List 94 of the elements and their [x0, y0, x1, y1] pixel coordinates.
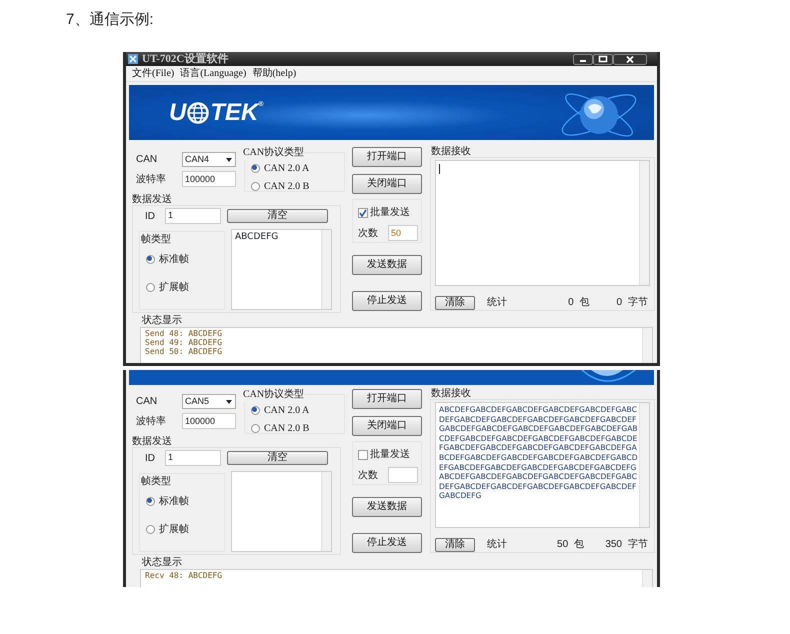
- field-label: ID: [144, 210, 156, 224]
- stats-label: 统计: [487, 538, 507, 552]
- checkbox[interactable]: [358, 208, 368, 218]
- section-heading: 7、通信示例:: [66, 10, 154, 30]
- status-text-area[interactable]: Recv 48: ABCDEFG: [140, 569, 653, 587]
- app-icon: [128, 54, 138, 64]
- radio-option[interactable]: 标准帧: [146, 252, 224, 267]
- radio-button[interactable]: [251, 164, 260, 173]
- field-label: CAN: [136, 153, 158, 167]
- button[interactable]: 清除: [435, 538, 475, 552]
- button[interactable]: 清空: [227, 451, 328, 465]
- radio-option[interactable]: 扩展帧: [146, 522, 224, 537]
- input-field[interactable]: 100000: [182, 413, 236, 429]
- group-title: 帧类型: [141, 474, 171, 489]
- text-line: Send 49: ABCDEFG: [145, 338, 222, 347]
- button[interactable]: 打开端口: [352, 147, 422, 167]
- scrollbar[interactable]: [642, 328, 652, 363]
- field-label: CAN: [136, 395, 158, 409]
- dropdown[interactable]: CAN4: [182, 152, 236, 167]
- checkbox[interactable]: [358, 450, 368, 460]
- group-title: 数据发送: [132, 194, 172, 205]
- radio-option[interactable]: CAN 2.0 A: [251, 161, 344, 176]
- send-text-area[interactable]: [231, 471, 332, 552]
- checkbox-label: 批量发送: [370, 206, 410, 220]
- radio-option[interactable]: 标准帧: [146, 494, 224, 509]
- scrollbar[interactable]: [321, 230, 331, 309]
- caret-icon: [226, 400, 232, 404]
- button[interactable]: 发送数据: [352, 255, 422, 275]
- radio-button[interactable]: [146, 255, 155, 264]
- button[interactable]: 停止发送: [352, 291, 422, 311]
- group-title: CAN协议类型: [243, 145, 304, 160]
- button[interactable]: 清空: [227, 209, 328, 223]
- menu-item[interactable]: 文件(File): [132, 66, 174, 81]
- button[interactable]: 停止发送: [352, 533, 422, 553]
- scrollbar[interactable]: [321, 472, 331, 551]
- scrollbar[interactable]: [639, 161, 649, 285]
- radio-button[interactable]: [146, 525, 155, 534]
- field-label: 次数: [358, 226, 378, 240]
- field-label: 波特率: [136, 172, 167, 186]
- group-title: CAN协议类型: [243, 387, 304, 402]
- button[interactable]: 关闭端口: [352, 174, 422, 194]
- unit-label: 字节: [628, 538, 648, 552]
- window-title: UT-702C设置软件: [142, 54, 228, 64]
- unit-label: 包: [574, 538, 584, 552]
- input-field[interactable]: 1: [165, 208, 221, 224]
- field-label: ID: [144, 452, 156, 466]
- group-title: 帧类型: [141, 232, 171, 247]
- caret-icon: [226, 158, 232, 162]
- text-line: Send 50: ABCDEFG: [145, 347, 222, 356]
- menu-item[interactable]: 帮助(help): [252, 66, 296, 81]
- button[interactable]: 打开端口: [352, 389, 422, 409]
- byte-count: 350: [605, 538, 622, 552]
- globe-icon: [187, 102, 210, 124]
- unit-label: 包: [580, 296, 590, 310]
- radio-option[interactable]: CAN 2.0 A: [251, 403, 344, 418]
- input-field[interactable]: 100000: [182, 171, 236, 187]
- group-title: 状态显示: [142, 557, 182, 569]
- dropdown[interactable]: CAN5: [182, 394, 236, 409]
- radio-button[interactable]: [146, 497, 155, 506]
- input-field[interactable]: 1: [165, 450, 221, 466]
- menu-item[interactable]: 语言(Language): [180, 66, 246, 81]
- packet-count: 0: [567, 296, 574, 310]
- radio-button[interactable]: [251, 406, 260, 415]
- unit-label: 字节: [628, 296, 648, 310]
- group-title: 状态显示: [142, 315, 182, 327]
- radio-option[interactable]: CAN 2.0 B: [251, 179, 344, 194]
- radio-option[interactable]: CAN 2.0 B: [251, 421, 344, 436]
- packet-count: 50: [556, 538, 568, 552]
- text-line: Send 48: ABCDEFG: [145, 329, 222, 338]
- send-text-area[interactable]: ABCDEFG: [231, 229, 332, 310]
- text-line: Recv 48: ABCDEFG: [145, 571, 222, 580]
- button[interactable]: 清除: [435, 296, 475, 310]
- byte-count: 0: [616, 296, 622, 310]
- input-field[interactable]: 50: [388, 225, 418, 241]
- radio-option[interactable]: 扩展帧: [146, 280, 224, 295]
- button[interactable]: 关闭端口: [352, 416, 422, 436]
- group-title: 数据接收: [431, 146, 471, 157]
- group-title: 数据接收: [431, 388, 471, 399]
- radio-button[interactable]: [146, 283, 155, 292]
- field-label: 次数: [358, 468, 378, 482]
- stats-label: 统计: [487, 296, 507, 310]
- text-cursor: [439, 164, 440, 174]
- radio-button[interactable]: [251, 424, 260, 433]
- group-title: 数据发送: [132, 436, 172, 447]
- radio-button[interactable]: [251, 182, 260, 191]
- receive-text-area[interactable]: [435, 402, 650, 528]
- check-icon: [359, 208, 367, 216]
- field-label: 波特率: [136, 414, 167, 428]
- button[interactable]: 发送数据: [352, 497, 422, 517]
- text-line: ABCDEFG: [235, 232, 278, 243]
- checkbox-label: 批量发送: [370, 448, 410, 462]
- status-text-area[interactable]: Send 48: ABCDEFG Send 49: ABCDEFG Send 50: ABCDEFG: [140, 327, 653, 363]
- input-field[interactable]: [388, 467, 418, 483]
- scrollbar[interactable]: [639, 403, 649, 527]
